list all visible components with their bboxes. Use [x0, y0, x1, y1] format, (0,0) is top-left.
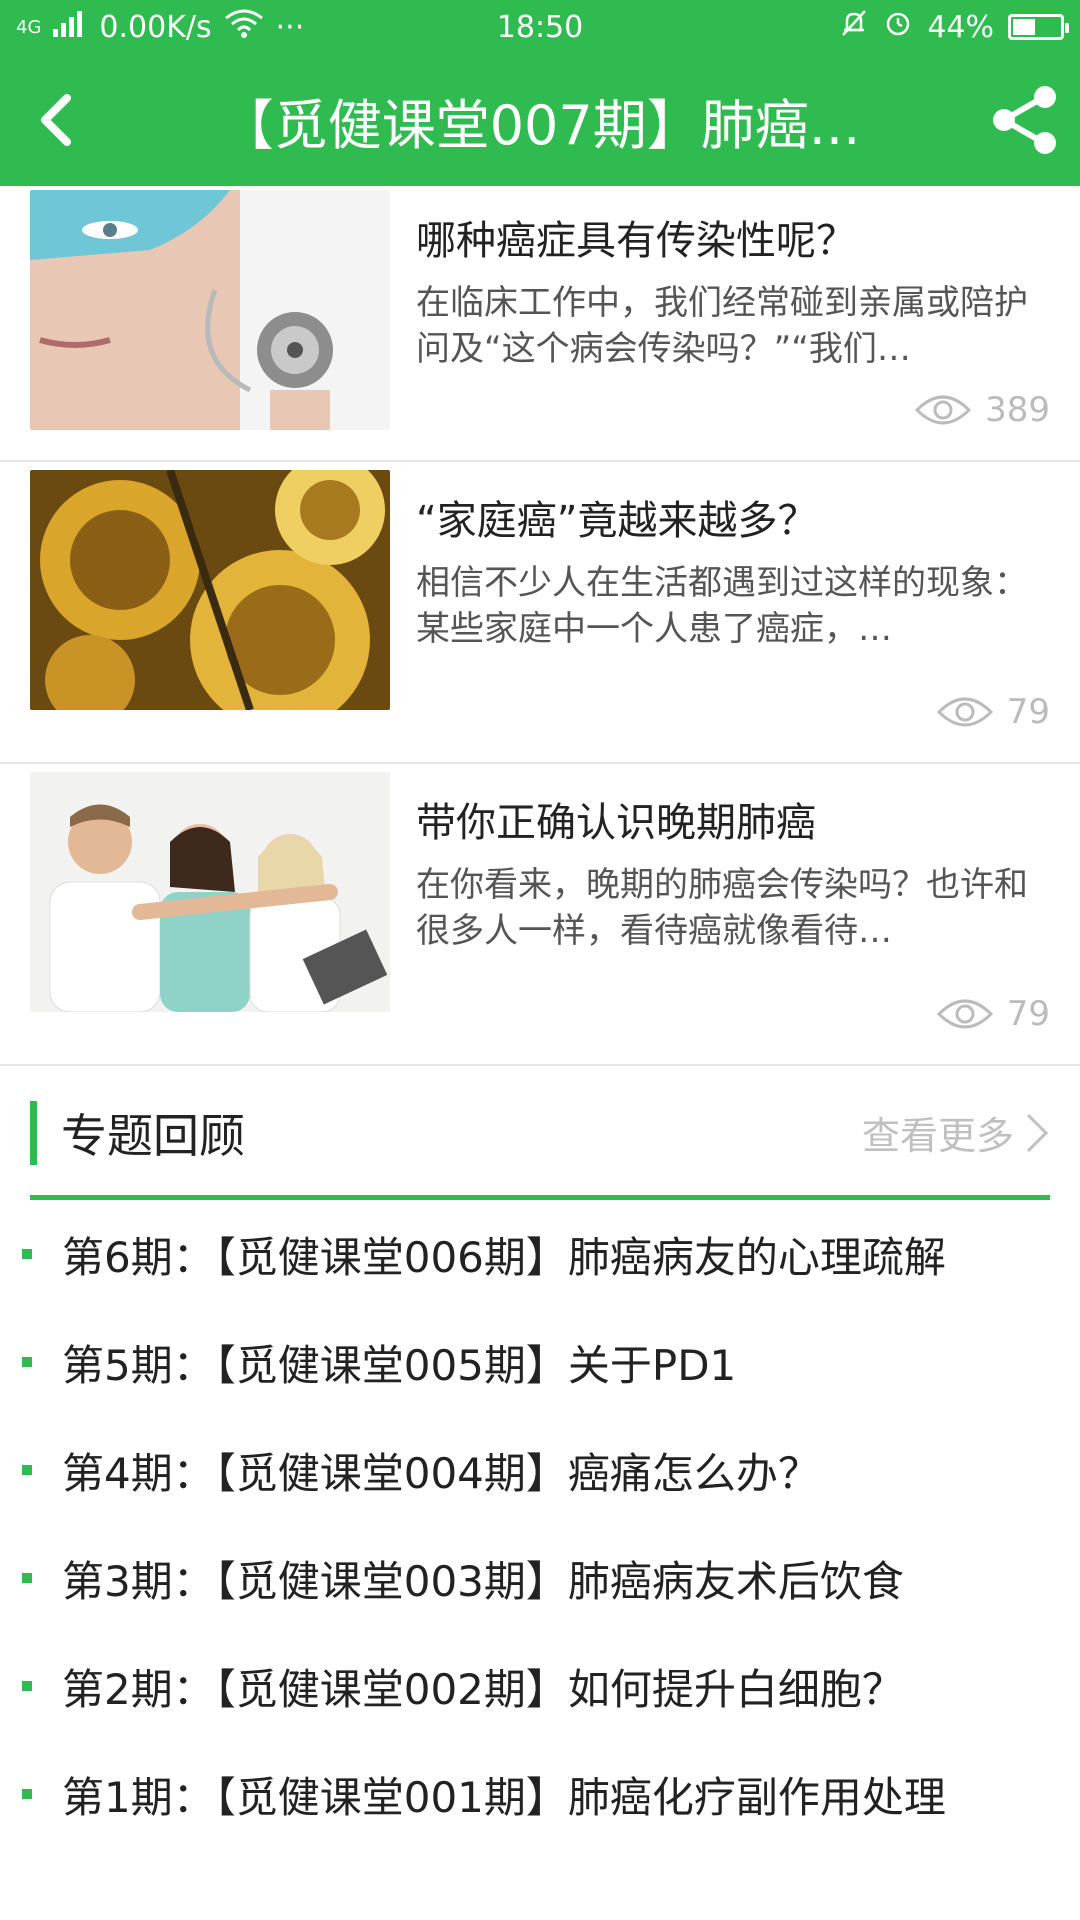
section-accent-bar	[30, 1100, 37, 1165]
wifi-icon	[224, 8, 264, 46]
list-item[interactable]: 第1期：【觅健课堂001期】肺癌化疗副作用处理	[0, 1740, 1080, 1848]
bullet-icon	[22, 1249, 32, 1259]
eye-icon	[915, 395, 972, 425]
article-item[interactable]: 哪种癌症具有传染性呢？ 在临床工作中，我们经常碰到亲属或陪护问及“这个病会传染吗…	[0, 186, 1080, 462]
article-thumbnail-people	[30, 772, 390, 1012]
chevron-right-icon	[1026, 1113, 1049, 1152]
share-button[interactable]	[970, 54, 1080, 186]
page-title: 【觅健课堂007期】肺癌...	[219, 93, 861, 157]
article-title: 带你正确认识晚期肺癌	[416, 800, 816, 846]
topic-header: 专题回顾 查看更多	[30, 1070, 1050, 1200]
article-item[interactable]: “家庭癌”竟越来越多？ 相信不少人在生活都遇到过这样的现象：某些家庭中一个人患了…	[0, 462, 1080, 764]
view-count-value: 79	[1006, 994, 1050, 1034]
topic-item-label: 第2期：【觅健课堂002期】如何提升白细胞？	[62, 1664, 904, 1714]
article-list: 哪种癌症具有传染性呢？ 在临床工作中，我们经常碰到亲属或陪护问及“这个病会传染吗…	[0, 186, 1080, 1066]
topic-review-section: 专题回顾 查看更多 第6期：【觅健课堂006期】肺癌病友的心理疏解 第5期：【觅…	[0, 1070, 1080, 1848]
bullet-icon	[22, 1357, 32, 1367]
topic-item-label: 第3期：【觅健课堂003期】肺癌病友术后饮食	[62, 1556, 904, 1606]
topic-item-label: 第6期：【觅健课堂006期】肺癌病友的心理疏解	[62, 1232, 946, 1282]
view-count: 389	[915, 390, 1050, 430]
bullet-icon	[22, 1681, 32, 1691]
view-count: 79	[936, 692, 1050, 732]
list-item[interactable]: 第2期：【觅健课堂002期】如何提升白细胞？	[0, 1632, 1080, 1740]
view-count: 79	[936, 994, 1050, 1034]
signal-icon	[53, 9, 87, 45]
mute-bell-icon	[839, 8, 869, 46]
topic-item-label: 第4期：【觅健课堂004期】癌痛怎么办？	[62, 1448, 820, 1498]
back-button[interactable]	[0, 54, 110, 186]
network-type: 4G	[16, 16, 42, 38]
alarm-icon	[883, 8, 913, 46]
eye-icon	[936, 697, 993, 727]
article-item[interactable]: 带你正确认识晚期肺癌 在你看来，晚期的肺癌会传染吗？也许和很多人一样，看待癌就像…	[0, 764, 1080, 1066]
bullet-icon	[22, 1789, 32, 1799]
more-indicator: ···	[275, 9, 305, 45]
battery-icon	[1008, 14, 1069, 40]
view-count-value: 79	[1006, 692, 1050, 732]
bullet-icon	[22, 1573, 32, 1583]
list-item[interactable]: 第3期：【觅健课堂003期】肺癌病友术后饮食	[0, 1524, 1080, 1632]
share-icon	[993, 86, 1056, 154]
topic-item-label: 第1期：【觅健课堂001期】肺癌化疗副作用处理	[62, 1772, 946, 1822]
view-more-label: 查看更多	[861, 1114, 1014, 1158]
topic-list: 第6期：【觅健课堂006期】肺癌病友的心理疏解 第5期：【觅健课堂005期】关于…	[0, 1200, 1080, 1848]
view-count-value: 389	[985, 390, 1050, 430]
view-more-link[interactable]: 查看更多	[862, 1105, 1050, 1160]
section-title: 专题回顾	[61, 1108, 245, 1163]
article-summary: 相信不少人在生活都遇到过这样的现象：某些家庭中一个人患了癌症，…	[416, 563, 1028, 649]
list-item[interactable]: 第4期：【觅健课堂004期】癌痛怎么办？	[0, 1416, 1080, 1524]
list-item[interactable]: 第6期：【觅健课堂006期】肺癌病友的心理疏解	[0, 1200, 1080, 1308]
network-speed: 0.00K/s	[99, 9, 212, 45]
article-title: “家庭癌”竟越来越多？	[416, 498, 818, 544]
eye-icon	[936, 999, 993, 1029]
bullet-icon	[22, 1465, 32, 1475]
article-thumbnail-doctor	[30, 190, 390, 430]
article-title: 哪种癌症具有传染性呢？	[416, 218, 856, 264]
battery-percent: 44%	[927, 9, 994, 45]
status-bar: 4G 0.00K/s ··· 18:50 44%	[0, 0, 1080, 54]
clock: 18:50	[496, 9, 584, 45]
article-summary: 在你看来，晚期的肺癌会传染吗？也许和很多人一样，看待癌就像看待…	[416, 865, 1028, 951]
article-summary: 在临床工作中，我们经常碰到亲属或陪护问及“这个病会传染吗？”“我们…	[416, 283, 1028, 369]
list-item[interactable]: 第5期：【觅健课堂005期】关于PD1	[0, 1308, 1080, 1416]
topic-item-label: 第5期：【觅健课堂005期】关于PD1	[62, 1340, 737, 1390]
article-thumbnail-gears	[30, 470, 390, 710]
chevron-left-icon	[41, 94, 71, 146]
app-header: 【觅健课堂007期】肺癌...	[0, 54, 1080, 186]
